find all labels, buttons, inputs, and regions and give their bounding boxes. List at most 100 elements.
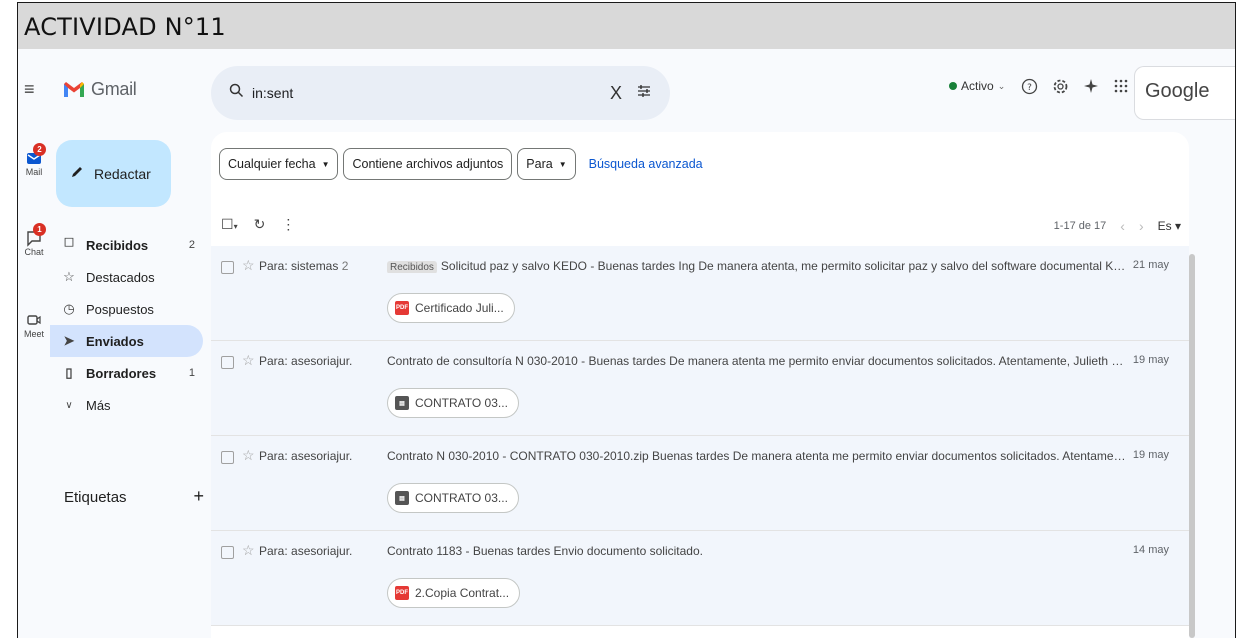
filter-options-icon[interactable] [636,83,652,104]
settings-icon[interactable] [1052,78,1069,100]
sidebar-item-sent[interactable]: ➤ Enviados [50,325,203,357]
date-filter-chip[interactable]: Cualquier fecha ▼ [219,148,339,180]
prev-page-icon[interactable]: ‹ [1120,218,1125,234]
sidebar-nav: 🗆 Recibidos 2 ☆ Destacados ◷ Pospuestos … [50,229,203,421]
sidebar-item-label: Más [86,397,111,413]
apps-grid-icon[interactable] [1113,78,1129,100]
select-all-checkbox[interactable]: ☐▾ [221,216,238,233]
attachment-name: CONTRATO 03... [415,396,508,410]
status-selector[interactable]: Activo ⌄ [949,79,1005,93]
recipient: Para: asesoriajur. [259,354,353,368]
email-subject: Contrato de consultoría N 030-2010 [387,354,578,368]
mail-list-panel: Cualquier fecha ▼ Contiene archivos adjun… [211,132,1189,638]
input-language-selector[interactable]: Es ▾ [1158,219,1181,233]
recipient: Para: asesoriajur. [259,449,353,463]
attachment-name: 2.Copia Contrat... [415,586,510,600]
attachment-name: CONTRATO 03... [415,491,508,505]
video-icon [25,311,43,329]
sidebar-item-more[interactable]: ∨ Más [50,389,203,421]
draft-icon: ▯ [65,365,73,380]
sidebar-item-label: Borradores [86,365,157,381]
rail-mail[interactable]: 2 Mail [18,143,50,177]
compose-label: Redactar [94,165,151,182]
rail-mail-label: Mail [25,167,43,177]
email-summary: Recibidos Solicitud paz y salvo KEDO - Bu… [387,259,1127,273]
row-checkbox[interactable] [221,356,234,369]
email-date: 19 may [1132,449,1169,461]
sidebar-item-starred[interactable]: ☆ Destacados [50,261,203,293]
compose-button[interactable]: Redactar [56,140,171,207]
attachment-chip[interactable]: ▤ CONTRATO 03... [387,388,519,418]
zip-file-icon: ▤ [395,396,409,410]
zip-file-icon: ▤ [395,491,409,505]
row-checkbox[interactable] [221,451,234,464]
search-bar[interactable]: in:sent X [211,66,670,120]
sidebar-item-label: Recibidos [86,237,149,253]
email-date: 21 may [1132,259,1169,271]
label-tag[interactable]: Recibidos [387,261,437,273]
attachment-chip[interactable]: ▤ CONTRATO 03... [387,483,519,513]
recipient-name: Para: sistemas [259,259,339,273]
app-name: Gmail [91,79,137,99]
attachments-filter-chip[interactable]: Contiene archivos adjuntos [343,148,513,180]
next-page-icon[interactable]: › [1139,218,1144,234]
email-snippet: - CONTRATO 030-2010.zip Buenas tardes De… [502,449,1127,463]
help-icon[interactable]: ? [1021,78,1038,100]
star-icon[interactable]: ☆ [242,352,255,369]
clear-search-icon[interactable]: X [610,83,622,104]
sidebar-item-inbox[interactable]: 🗆 Recibidos 2 [50,229,203,261]
add-label-button[interactable]: + [193,486,204,507]
email-row[interactable]: ☆ Para: asesoriajur. Contrato 1183 - Bue… [211,531,1189,626]
more-options-icon[interactable]: ⋮ [281,216,295,233]
rail-chat[interactable]: 1 Chat [18,223,50,257]
gmail-window: ≡ 2 Mail 1 Chat Meet Gmail in:sent X Act… [17,49,1236,638]
pdf-file-icon: PDF [395,586,409,600]
gemini-sparkle-icon[interactable] [1083,78,1099,100]
clock-icon: ◷ [63,301,75,316]
recipient: Para: sistemas 2 [259,259,348,273]
scrollbar[interactable] [1189,254,1195,638]
rail-meet-label: Meet [23,329,44,339]
star-icon[interactable]: ☆ [242,447,255,464]
thread-count: 2 [341,259,349,273]
email-row[interactable]: ☆ Para: asesoriajur. Contrato N 030-2010… [211,436,1189,531]
language-label: Es [1157,219,1172,233]
sidebar-item-snoozed[interactable]: ◷ Pospuestos [50,293,203,325]
send-icon: ➤ [63,333,75,348]
document-title: ACTIVIDAD N°11 [17,2,1236,50]
attachment-chip[interactable]: PDF 2.Copia Contrat... [387,578,521,608]
to-filter-chip[interactable]: Para ▼ [517,148,576,180]
chat-badge: 1 [33,223,46,236]
star-icon[interactable]: ☆ [242,257,255,274]
advanced-search-link[interactable]: Búsqueda avanzada [589,157,703,171]
email-subject: Contrato 1183 [387,544,463,558]
gmail-logo[interactable]: Gmail [63,79,137,100]
refresh-icon[interactable]: ↻ [254,216,266,233]
main-menu-icon[interactable]: ≡ [24,79,35,100]
email-snippet: - Buenas tardes Envio documento solicita… [462,544,703,558]
email-row[interactable]: ☆ Para: sistemas 2 Recibidos Solicitud pa… [211,246,1189,341]
google-account-brand[interactable]: Google [1134,66,1235,120]
sidebar-item-label: Pospuestos [86,301,154,317]
sidebar-item-label: Destacados [86,269,155,285]
rail-meet[interactable]: Meet [18,311,50,339]
star-icon[interactable]: ☆ [242,542,255,559]
search-icon[interactable] [229,83,244,103]
to-filter-label: Para [526,157,553,171]
sidebar-item-drafts[interactable]: ▯ Borradores 1 [50,357,203,389]
row-checkbox[interactable] [221,546,234,559]
email-summary: Contrato 1183 - Buenas tardes Envio docu… [387,544,1127,558]
dropdown-arrow-icon: ▼ [321,159,330,169]
attachment-chip[interactable]: PDF Certificado Juli... [387,293,515,323]
row-checkbox[interactable] [221,261,234,274]
email-row[interactable]: ☆ Para: asesoriajur. Contrato de consult… [211,341,1189,436]
date-filter-label: Cualquier fecha [228,157,316,171]
email-snippet: - Buenas tardes Ing De manera atenta, me… [590,259,1127,273]
pencil-icon [70,165,84,182]
search-input[interactable]: in:sent [252,85,610,101]
dropdown-arrow-icon: ▼ [558,159,567,169]
recipient: Para: asesoriajur. [259,544,353,558]
email-summary: Contrato de consultoría N 030-2010 - Bue… [387,354,1127,368]
email-date: 14 may [1132,544,1169,556]
page-range: 1-17 de 17 [1053,220,1107,232]
